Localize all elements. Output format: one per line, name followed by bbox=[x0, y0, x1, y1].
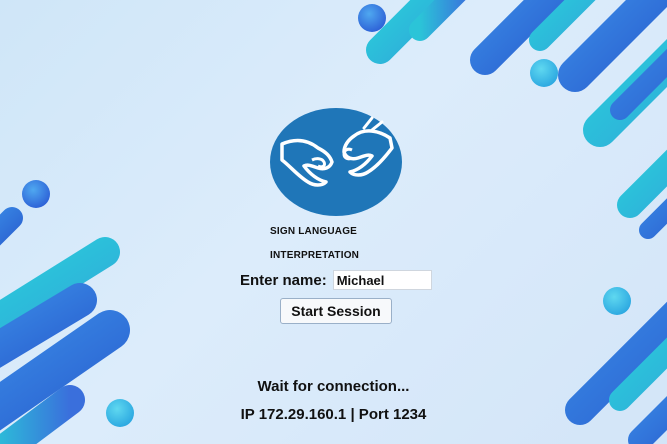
logo-caption: SIGN LANGUAGE INTERPRETATION bbox=[270, 214, 410, 274]
wait-status-text: Wait for connection... bbox=[257, 378, 410, 395]
name-input[interactable] bbox=[332, 270, 432, 290]
name-label: Enter name: bbox=[240, 271, 327, 289]
logo-caption-line2: INTERPRETATION bbox=[270, 250, 360, 261]
logo-caption-line1: SIGN LANGUAGE bbox=[270, 226, 358, 237]
connection-info-text: IP 172.29.160.1 | Port 1234 bbox=[240, 406, 427, 423]
start-session-button[interactable]: Start Session bbox=[280, 298, 392, 324]
name-row: Enter name: bbox=[240, 269, 432, 291]
